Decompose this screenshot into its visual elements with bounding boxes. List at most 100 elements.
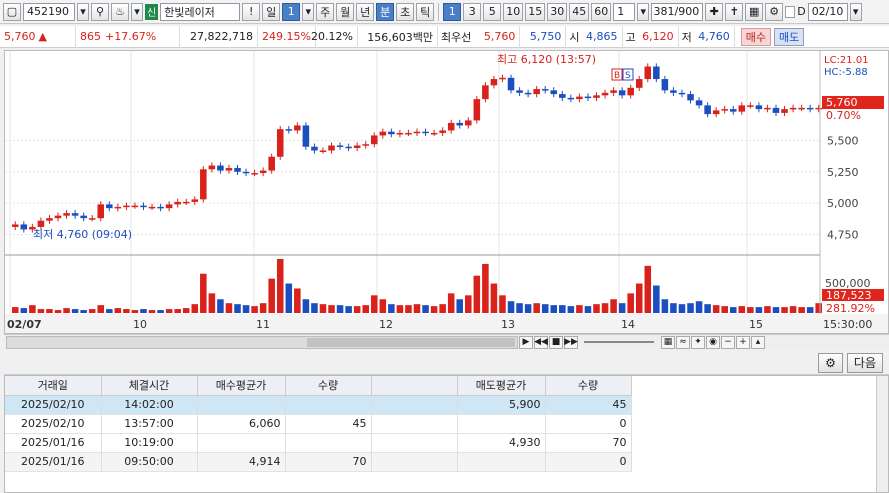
volume-bar bbox=[88, 309, 96, 313]
custom-interval-input[interactable]: 1 bbox=[613, 2, 636, 21]
price-chart[interactable]: LC:21.01 HC:-5.88 5,760 0.70% 5,500 5,250… bbox=[4, 50, 889, 334]
table-row[interactable]: 2025/01/16 10:19:00 4,930 70 bbox=[5, 433, 632, 453]
table-row[interactable]: 2025/02/10 14:02:00 5,900 45 bbox=[5, 395, 632, 415]
candle bbox=[405, 132, 412, 135]
stock-code-input[interactable]: 452190 bbox=[23, 2, 75, 21]
rewind-icon[interactable]: ◀◀ bbox=[534, 335, 548, 349]
period-year[interactable]: 년 bbox=[356, 2, 375, 21]
cell-buy-avg bbox=[197, 395, 286, 415]
candle bbox=[370, 135, 378, 145]
code-dropdown-icon[interactable]: ▾ bbox=[77, 2, 89, 21]
cell-sell-qty: 70 bbox=[545, 433, 632, 453]
search-icon[interactable]: ⚲ bbox=[91, 2, 109, 21]
period-month[interactable]: 월 bbox=[336, 2, 355, 21]
chart-scroll-bar[interactable]: ▶ ◀◀ ■ ▶▶ ▦ ≈ ✦ ◉ − + ▴ bbox=[4, 334, 889, 349]
low-label: 저 bbox=[681, 30, 692, 44]
interval-1[interactable]: 1 bbox=[443, 2, 462, 21]
interval-5[interactable]: 5 bbox=[483, 2, 502, 21]
cell-buy-qty bbox=[285, 395, 372, 415]
candle bbox=[670, 90, 677, 93]
volume-bar bbox=[251, 306, 258, 313]
gear-icon[interactable]: ⚙ bbox=[765, 2, 784, 21]
volume-bar bbox=[276, 259, 284, 313]
period-minute[interactable]: 분 bbox=[376, 2, 395, 21]
interval-3[interactable]: 3 bbox=[463, 2, 482, 21]
candle bbox=[541, 89, 549, 91]
candle bbox=[576, 96, 583, 100]
zoom-slider[interactable] bbox=[584, 341, 654, 343]
volume-bar bbox=[165, 309, 173, 313]
candle bbox=[755, 105, 763, 110]
period-dropdown-icon[interactable]: ▾ bbox=[302, 2, 315, 21]
period-value[interactable]: 1 bbox=[282, 2, 301, 21]
candle bbox=[225, 168, 233, 171]
date-spinner-icon[interactable]: ▾ bbox=[849, 2, 862, 21]
chart-svg[interactable]: LC:21.01 HC:-5.88 5,760 0.70% 5,500 5,250… bbox=[5, 51, 888, 333]
header-buy-avg: 매수평균가 bbox=[197, 376, 286, 396]
period-tick[interactable]: 틱 bbox=[416, 2, 435, 21]
period-day[interactable]: 일 bbox=[262, 2, 281, 21]
panel-gear-icon[interactable]: ⚙ bbox=[818, 352, 843, 373]
volume-bar bbox=[200, 273, 207, 313]
indicator-icon[interactable]: ≈ bbox=[676, 335, 690, 349]
volume-bar bbox=[456, 299, 464, 313]
candle bbox=[191, 199, 199, 202]
expand-icon[interactable]: ▴ bbox=[751, 335, 765, 349]
volume-bar bbox=[550, 305, 558, 313]
date-input[interactable]: 02/10 bbox=[807, 2, 848, 21]
volume-bar bbox=[653, 285, 660, 313]
save-icon[interactable]: ▦ bbox=[745, 2, 764, 21]
best-label: 최우선 bbox=[441, 30, 472, 44]
custom-interval-dropdown-icon[interactable]: ▾ bbox=[637, 2, 650, 21]
period-week[interactable]: 주 bbox=[316, 2, 335, 21]
table-scrollbar[interactable] bbox=[876, 376, 888, 492]
header-exec-time: 체결시간 bbox=[101, 376, 198, 396]
volume-bar bbox=[499, 295, 506, 313]
scroll-thumb[interactable] bbox=[307, 337, 515, 347]
forward-icon[interactable]: ▶▶ bbox=[564, 335, 578, 349]
candle bbox=[123, 205, 130, 208]
candle bbox=[259, 170, 267, 174]
table-row[interactable]: 2025/01/16 09:50:00 4,914 70 0 bbox=[5, 452, 632, 472]
volume-bar bbox=[610, 299, 617, 313]
stop-icon[interactable]: ■ bbox=[549, 335, 563, 349]
candle bbox=[37, 220, 45, 227]
interval-15[interactable]: 15 bbox=[525, 2, 546, 21]
volume-bar bbox=[644, 265, 652, 313]
camera-icon[interactable]: ◉ bbox=[706, 335, 720, 349]
buy-button[interactable]: 매수 bbox=[740, 27, 771, 46]
candle bbox=[379, 131, 387, 136]
zoom-in-icon[interactable]: + bbox=[736, 335, 750, 349]
buy-marker-label: B bbox=[614, 71, 620, 81]
speaker-dropdown-icon[interactable]: ▾ bbox=[131, 2, 143, 21]
volume-bar bbox=[584, 306, 592, 313]
table-row[interactable]: 2025/02/10 13:57:00 6,060 45 0 bbox=[5, 414, 632, 434]
zoom-out-icon[interactable]: − bbox=[721, 335, 735, 349]
volume-bar bbox=[285, 283, 293, 313]
price-tick: 4,750 bbox=[827, 228, 859, 241]
volume-bar bbox=[815, 303, 822, 313]
chart-settings-icon[interactable]: ▢ bbox=[3, 2, 21, 21]
layout-icon[interactable]: ▦ bbox=[661, 335, 675, 349]
crosshair-icon[interactable]: ✚ bbox=[705, 2, 724, 21]
next-button[interactable]: 다음 bbox=[846, 352, 883, 373]
speaker-icon[interactable]: ♨ bbox=[111, 2, 129, 21]
alert-icon[interactable]: ! bbox=[242, 2, 261, 21]
play-icon[interactable]: ▶ bbox=[519, 335, 533, 349]
period-second[interactable]: 초 bbox=[396, 2, 415, 21]
chart-scrollbar[interactable] bbox=[6, 335, 518, 349]
interval-30[interactable]: 30 bbox=[547, 2, 568, 21]
interval-10[interactable]: 10 bbox=[503, 2, 524, 21]
volume-bar bbox=[601, 303, 609, 313]
d-checkbox[interactable] bbox=[785, 5, 796, 18]
candle bbox=[516, 90, 523, 93]
sell-button[interactable]: 매도 bbox=[774, 27, 805, 46]
volume-bar bbox=[439, 304, 446, 313]
trade-history: 거래일 체결시간 매수평균가 수량 매도평균가 수량 2025/02/10 14… bbox=[4, 375, 889, 493]
interval-60[interactable]: 60 bbox=[591, 2, 612, 21]
tools-icon[interactable]: ✝ bbox=[725, 2, 744, 21]
cell-time: 09:50:00 bbox=[101, 452, 198, 472]
count-input[interactable]: 381/900 bbox=[651, 2, 704, 21]
draw-icon[interactable]: ✦ bbox=[691, 335, 705, 349]
interval-45[interactable]: 45 bbox=[569, 2, 590, 21]
